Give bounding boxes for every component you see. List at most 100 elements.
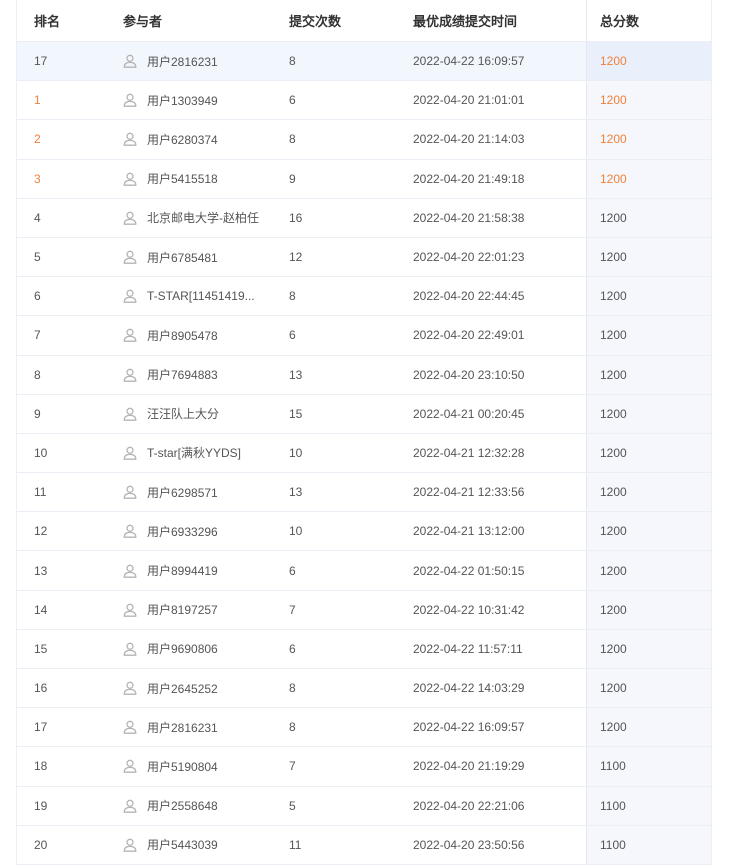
score-cell: 1200 <box>586 277 711 316</box>
submissions-cell: 8 <box>289 720 296 735</box>
participant-name: T-star[满秋YYDS] <box>147 446 242 461</box>
submissions-cell: 13 <box>289 485 303 500</box>
leaderboard-table: 排名 参与者 提交次数 最优成绩提交时间 总分数 17 用户2816231 8 … <box>16 0 712 865</box>
rank-cell: 12 <box>34 524 48 539</box>
table-row[interactable]: 3 用户5415518 9 2022-04-20 21:49:18 1200 <box>17 159 711 199</box>
table-row[interactable]: 5 用户6785481 12 2022-04-20 22:01:23 1200 <box>17 237 711 278</box>
user-icon <box>123 720 137 735</box>
user-icon <box>123 368 137 382</box>
score-cell: 1200 <box>586 708 711 747</box>
user-icon <box>123 172 137 186</box>
user-icon <box>123 211 137 225</box>
participant-cell: 用户5190804 <box>123 747 283 785</box>
table-row[interactable]: 14 用户8197257 7 2022-04-22 10:31:42 1200 <box>17 590 711 630</box>
participant-cell: 用户7694883 <box>123 356 283 394</box>
score-cell: 1200 <box>586 120 711 159</box>
user-icon <box>123 289 137 304</box>
best-time-cell: 2022-04-20 21:19:29 <box>413 759 525 774</box>
rank-cell: 3 <box>34 171 41 186</box>
submissions-cell: 7 <box>289 602 296 617</box>
table-row[interactable]: 15 用户9690806 6 2022-04-22 11:57:11 1200 <box>17 629 711 669</box>
rank-cell: 4 <box>34 210 41 225</box>
rank-cell: 17 <box>34 54 48 69</box>
participant-cell: 用户2816231 <box>123 708 283 746</box>
submissions-cell: 7 <box>289 759 296 774</box>
table-row[interactable]: 13 用户8994419 6 2022-04-22 01:50:15 1200 <box>17 551 711 591</box>
user-icon <box>123 329 137 343</box>
table-body: 1 用户1303949 6 2022-04-20 21:01:01 1200 2 用户628… <box>17 81 711 865</box>
participant-cell: 用户5443039 <box>123 826 283 864</box>
participant-cell: 用户1303949 <box>123 81 283 119</box>
user-icon <box>123 642 137 656</box>
submissions-cell: 6 <box>289 328 296 343</box>
submissions-cell: 8 <box>289 289 296 304</box>
participant-name: 用户8197257 <box>147 603 218 618</box>
participant-cell: 用户6280374 <box>123 120 283 158</box>
best-time-cell: 2022-04-22 16:09:57 <box>413 54 525 69</box>
best-time-cell: 2022-04-20 22:49:01 <box>413 328 525 343</box>
score-cell: 1100 <box>586 786 711 825</box>
score-cell: 1200 <box>586 316 711 355</box>
table-row[interactable]: 6 T-STAR[11451419... 8 2022-04-20 22:44:45 1… <box>17 277 711 317</box>
submissions-cell: 6 <box>289 563 296 578</box>
table-row[interactable]: 8 用户7694883 13 2022-04-20 23:10:50 1200 <box>17 355 711 395</box>
score-cell: 1200 <box>586 159 711 198</box>
best-time-cell: 2022-04-20 21:58:38 <box>413 210 525 225</box>
score-cell: 1100 <box>586 747 711 786</box>
table-row[interactable]: 16 用户2645252 8 2022-04-22 14:03:29 1200 <box>17 669 711 709</box>
participant-cell: 汪汪队上大分 <box>123 395 283 433</box>
table-row[interactable]: 9 汪汪队上大分 15 2022-04-21 00:20:45 1200 <box>17 394 711 434</box>
participant-name: 用户9690806 <box>147 642 218 657</box>
user-icon <box>123 485 137 500</box>
rank-cell: 20 <box>34 837 48 852</box>
submissions-cell: 11 <box>289 837 302 852</box>
current-user-row[interactable]: 17 用户2816231 8 2022-04-22 16:09:57 1200 <box>17 42 711 82</box>
participant-name: 用户5443039 <box>147 838 218 853</box>
table-row[interactable]: 18 用户5190804 7 2022-04-20 21:19:29 1100 <box>17 747 711 787</box>
table-row[interactable]: 10 T-star[满秋YYDS] 10 2022-04-21 12:32:28 120… <box>17 433 711 474</box>
submissions-cell: 13 <box>289 367 303 382</box>
header-rank: 排名 <box>34 14 61 29</box>
table-row[interactable]: 19 用户2558648 5 2022-04-20 22:21:06 1100 <box>17 786 711 826</box>
best-time-cell: 2022-04-20 22:44:45 <box>413 289 525 304</box>
participant-cell: 用户9690806 <box>123 630 283 668</box>
submissions-cell: 15 <box>289 406 303 421</box>
best-time-cell: 2022-04-22 16:09:57 <box>413 720 525 735</box>
user-icon <box>123 250 137 264</box>
participant-name: 用户6785481 <box>147 250 218 265</box>
rank-cell: 15 <box>34 641 48 656</box>
best-time-cell: 2022-04-20 21:01:01 <box>413 93 525 108</box>
table-row[interactable]: 4 北京邮电大学-赵柏任 16 2022-04-20 21:58:38 1200 <box>17 198 711 238</box>
participant-name: 用户2816231 <box>147 720 218 735</box>
user-icon <box>123 603 137 617</box>
participant-cell: 用户2645252 <box>123 669 283 707</box>
participant-name: 用户1303949 <box>147 93 218 108</box>
best-time-cell: 2022-04-20 21:49:18 <box>413 171 525 186</box>
user-icon <box>123 799 137 813</box>
score-cell: 1200 <box>586 81 711 120</box>
header-best-time: 最优成绩提交时间 <box>413 14 518 29</box>
participant-cell: 用户8994419 <box>123 551 283 589</box>
header-submissions: 提交次数 <box>289 14 342 29</box>
rank-cell: 10 <box>34 445 48 460</box>
participant-name: 用户2558648 <box>147 799 218 814</box>
user-icon <box>123 54 137 68</box>
submissions-cell: 8 <box>289 132 296 147</box>
score-cell: 1200 <box>586 590 711 629</box>
participant-name: 汪汪队上大分 <box>147 407 220 422</box>
table-row[interactable]: 2 用户6280374 8 2022-04-20 21:14:03 1200 <box>17 120 711 160</box>
participant-name: 用户7694883 <box>147 368 218 383</box>
table-row[interactable]: 1 用户1303949 6 2022-04-20 21:01:01 1200 <box>17 81 711 121</box>
submissions-cell: 16 <box>289 210 303 225</box>
table-row[interactable]: 7 用户8905478 6 2022-04-20 22:49:01 1200 <box>17 316 711 356</box>
best-time-cell: 2022-04-22 11:57:11 <box>413 641 523 656</box>
participant-cell: 用户6785481 <box>123 238 283 276</box>
participant-cell: 用户5415518 <box>123 160 283 198</box>
table-row[interactable]: 17 用户2816231 8 2022-04-22 16:09:57 1200 <box>17 708 711 748</box>
user-icon <box>123 93 137 108</box>
user-icon <box>123 564 137 578</box>
table-row[interactable]: 12 用户6933296 10 2022-04-21 13:12:00 1200 <box>17 512 711 552</box>
score-cell: 1200 <box>586 42 711 81</box>
table-row[interactable]: 20 用户5443039 11 2022-04-20 23:50:56 1100 <box>17 825 711 865</box>
table-row[interactable]: 11 用户6298571 13 2022-04-21 12:33:56 1200 <box>17 473 711 513</box>
